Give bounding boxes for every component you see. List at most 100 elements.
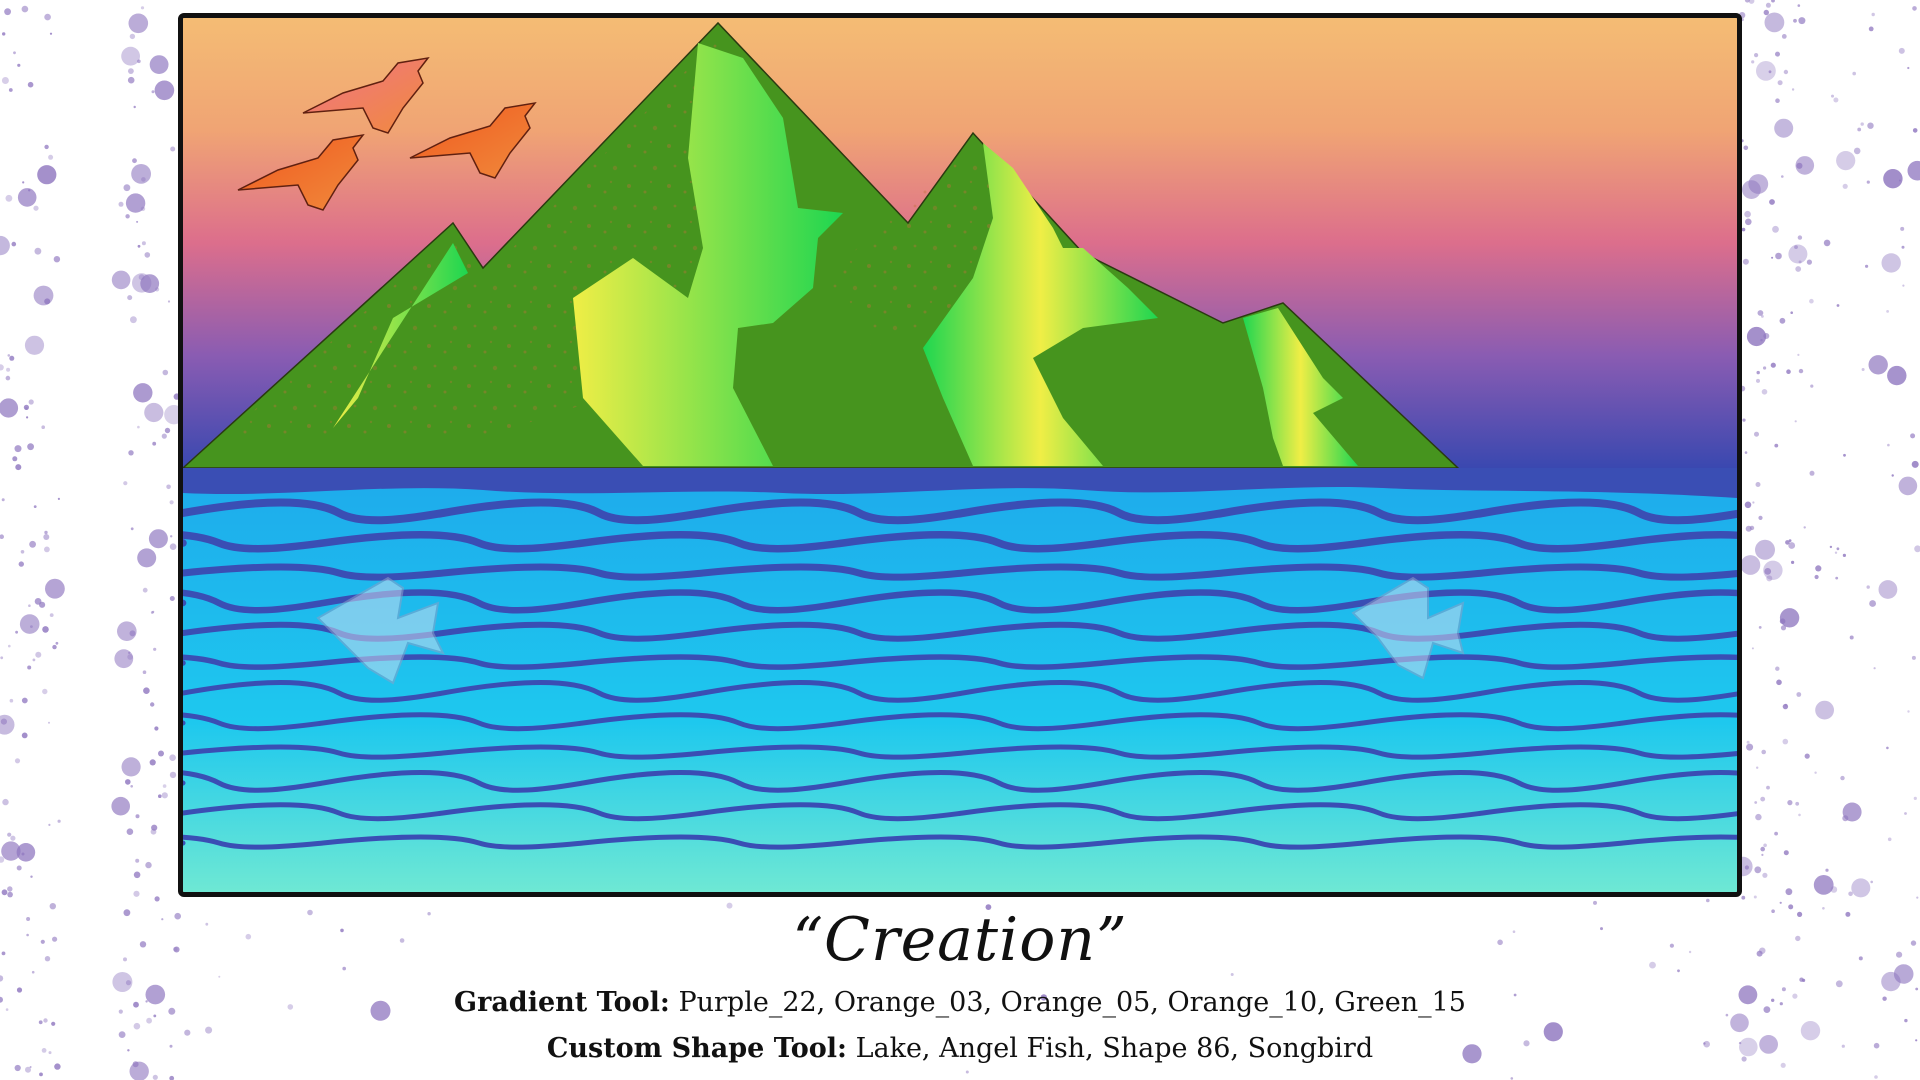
splatter-dot: [1901, 245, 1905, 249]
splatter-dot: [1754, 53, 1759, 58]
splatter-dot: [1751, 647, 1754, 650]
splatter-dot: [1866, 180, 1870, 184]
splatter-dot: [20, 550, 25, 554]
splatter-dot: [1848, 891, 1853, 897]
splatter-dot: [1868, 26, 1874, 32]
splatter-dot: [1754, 431, 1759, 437]
splatter-dot: [2, 798, 9, 806]
splatter-dot: [17, 63, 21, 67]
splatter-dot: [1756, 766, 1759, 769]
splatter-dot: [55, 641, 59, 645]
splatter-dot: [1842, 183, 1848, 189]
splatter-dot: [0, 235, 10, 256]
splatter-dot: [1887, 365, 1907, 386]
splatter-dot: [1761, 389, 1768, 395]
splatter-dot: [128, 13, 149, 34]
splatter-dot: [130, 316, 137, 324]
splatter-dot: [169, 771, 177, 779]
splatter-dot: [1, 498, 5, 502]
splatter-dot: [7, 891, 13, 898]
splatter-dot: [1825, 868, 1829, 872]
splatter-dot: [164, 427, 171, 434]
splatter-dot: [1874, 1075, 1878, 1079]
splatter-dot: [1772, 225, 1779, 233]
splatter-dot: [1781, 34, 1787, 39]
splatter-dot: [1744, 501, 1752, 509]
splatter-dot: [44, 530, 48, 535]
splatter-dot: [1898, 47, 1905, 54]
splatter-dot: [1775, 51, 1780, 57]
splatter-dot: [1836, 151, 1856, 171]
splatter-dot: [49, 32, 53, 35]
splatter-dot: [1912, 128, 1918, 133]
splatter-dot: [1775, 252, 1782, 260]
splatter-dot: [137, 244, 141, 248]
splatter-dot: [35, 651, 42, 658]
splatter-dot: [1916, 896, 1919, 899]
splatter-dot: [1866, 585, 1870, 589]
splatter-dot: [169, 754, 176, 761]
splatter-dot: [28, 604, 31, 607]
splatter-dot: [1746, 326, 1767, 347]
splatter-dot: [1755, 482, 1761, 487]
splatter-dot: [1796, 162, 1803, 169]
splatter-dot: [162, 369, 169, 376]
splatter-dot: [1797, 235, 1803, 240]
splatter-dot: [29, 540, 36, 548]
splatter-dot: [18, 561, 24, 567]
splatter-dot: [16, 865, 22, 871]
splatter-dot: [140, 6, 145, 10]
splatter-dot: [150, 702, 155, 707]
splatter-dot: [111, 270, 131, 290]
splatter-dot: [117, 621, 137, 641]
splatter-dot: [41, 425, 45, 430]
splatter-dot: [1797, 353, 1800, 356]
splatter-dot: [1843, 453, 1846, 457]
splatter-dot: [152, 1074, 158, 1080]
splatter-dot: [1770, 362, 1776, 368]
splatter-dot: [121, 757, 141, 777]
splatter-dot: [7, 354, 11, 357]
splatter-dot: [1745, 218, 1752, 226]
splatter-dot: [1745, 525, 1752, 532]
splatter-dot: [1857, 127, 1862, 132]
splatter-dot: [14, 445, 22, 453]
splatter-dot: [1760, 796, 1766, 802]
splatter-dot: [1757, 310, 1764, 316]
splatter-dot: [135, 814, 140, 819]
splatter-dot: [1836, 304, 1840, 307]
splatter-dot: [21, 697, 28, 704]
splatter-dot: [1868, 355, 1888, 375]
splatter-dot: [32, 658, 36, 662]
splatter-dot: [1761, 749, 1766, 755]
splatter-dot: [131, 164, 152, 184]
splatter-dot: [1, 77, 9, 84]
splatter-dot: [1774, 443, 1779, 448]
splatter-dot: [1764, 568, 1772, 575]
caption-value: Purple_22, Orange_03, Orange_05, Orange_…: [678, 987, 1466, 1018]
splatter-dot: [9, 355, 15, 361]
splatter-dot: [57, 819, 61, 823]
splatter-dot: [7, 832, 12, 837]
splatter-dot: [28, 399, 34, 405]
splatter-dot: [53, 256, 61, 263]
splatter-dot: [1861, 368, 1865, 371]
splatter-dot: [1744, 451, 1748, 454]
splatter-dot: [26, 416, 29, 419]
splatter-dot: [1840, 775, 1845, 781]
caption-value: Lake, Angel Fish, Shape 86, Songbird: [855, 1033, 1374, 1064]
splatter-dot: [1742, 180, 1761, 200]
splatter-dot: [1756, 370, 1760, 375]
splatter-dot: [7, 886, 13, 892]
splatter-dot: [127, 654, 134, 660]
splatter-dot: [1779, 317, 1786, 324]
splatter-dot: [169, 1075, 175, 1080]
splatter-dot: [1795, 801, 1800, 806]
splatter-dot: [141, 241, 146, 246]
splatter-dot: [1780, 625, 1787, 631]
splatter-dot: [1754, 801, 1758, 804]
splatter-dot: [1758, 515, 1763, 521]
splatter-dot: [125, 779, 131, 785]
splatter-dot: [1782, 738, 1789, 745]
splatter-dot: [1883, 169, 1903, 189]
